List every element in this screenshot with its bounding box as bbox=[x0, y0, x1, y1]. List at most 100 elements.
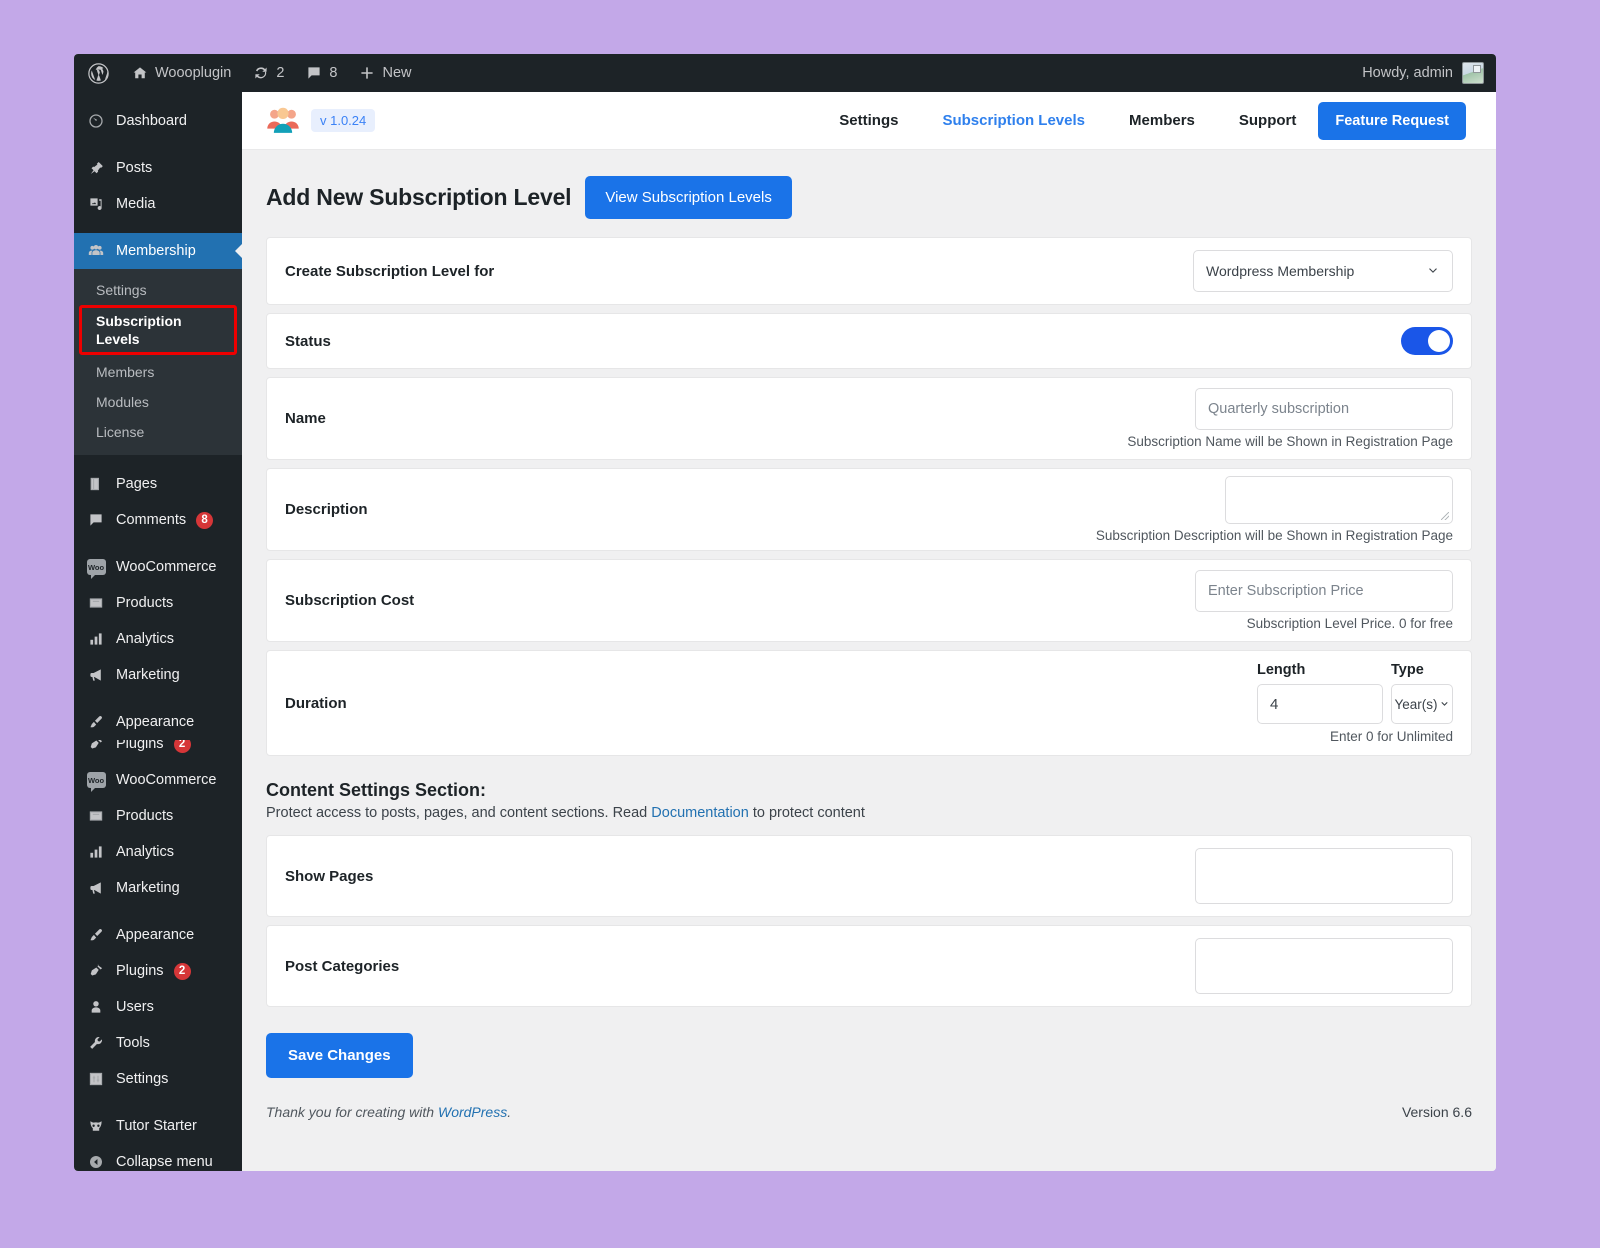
plugin-nav-members[interactable]: Members bbox=[1107, 112, 1217, 129]
sidebar-item-plugins-clipped[interactable]: Plugins 2 bbox=[74, 740, 242, 762]
duration-type-select[interactable]: Year(s) bbox=[1391, 684, 1453, 724]
pages-icon bbox=[86, 476, 106, 492]
sidebar-item-settings[interactable]: Settings bbox=[74, 1061, 242, 1097]
submenu-item-license[interactable]: License bbox=[74, 417, 242, 447]
sidebar-label: Products bbox=[116, 808, 174, 824]
plugin-logo-icon bbox=[267, 107, 299, 133]
sidebar-gap-2 bbox=[74, 222, 242, 233]
sidebar-item-posts[interactable]: Posts bbox=[74, 150, 242, 186]
home-icon bbox=[133, 67, 147, 79]
membership-type-value: Wordpress Membership bbox=[1206, 263, 1355, 279]
sidebar-gap-4 bbox=[74, 538, 242, 549]
wrench-icon bbox=[86, 1035, 106, 1051]
membership-type-select[interactable]: Wordpress Membership bbox=[1193, 250, 1453, 292]
account-menu[interactable]: Howdy, admin bbox=[1362, 62, 1496, 84]
update-icon bbox=[255, 67, 267, 79]
footer-thanks: Thank you for creating with WordPress. bbox=[266, 1104, 511, 1120]
plugin-nav-support[interactable]: Support bbox=[1217, 112, 1319, 129]
sidebar-item-pages[interactable]: Pages bbox=[74, 466, 242, 502]
documentation-link[interactable]: Documentation bbox=[651, 805, 749, 821]
sidebar-item-dashboard[interactable]: Dashboard bbox=[74, 103, 242, 139]
sidebar-item-tools[interactable]: Tools bbox=[74, 1025, 242, 1061]
sidebar-item-marketing[interactable]: Marketing bbox=[74, 657, 242, 693]
sidebar-label: WooCommerce bbox=[116, 772, 217, 788]
toggle-knob bbox=[1428, 330, 1450, 352]
sidebar-item-tutor-starter[interactable]: Tutor Starter bbox=[74, 1108, 242, 1144]
duration-type-value: Year(s) bbox=[1394, 696, 1438, 712]
cost-input[interactable]: Enter Subscription Price bbox=[1195, 570, 1453, 612]
woo-icon: Woo bbox=[86, 772, 106, 792]
sidebar-item-woocommerce[interactable]: Woo WooCommerce bbox=[74, 549, 242, 585]
duration-headers: Length Type bbox=[1257, 662, 1453, 678]
sidebar-label: Collapse menu bbox=[116, 1154, 213, 1170]
sidebar-item-media[interactable]: Media bbox=[74, 186, 242, 222]
view-subscription-levels-button[interactable]: View Subscription Levels bbox=[585, 176, 792, 219]
submenu-item-modules[interactable]: Modules bbox=[74, 387, 242, 417]
sidebar-item-plugins[interactable]: Plugins 2 bbox=[74, 953, 242, 989]
sidebar-item-analytics-2[interactable]: Analytics bbox=[74, 834, 242, 870]
sidebar-item-membership[interactable]: Membership bbox=[74, 233, 242, 269]
sidebar-item-collapse-menu[interactable]: Collapse menu bbox=[74, 1144, 242, 1171]
feature-request-button[interactable]: Feature Request bbox=[1318, 101, 1466, 140]
save-changes-button[interactable]: Save Changes bbox=[266, 1033, 413, 1078]
sidebar-item-woocommerce-2[interactable]: Woo WooCommerce bbox=[74, 762, 242, 798]
duration-length-input[interactable]: 4 bbox=[1257, 684, 1383, 724]
submenu-item-members[interactable]: Members bbox=[74, 357, 242, 387]
show-pages-label: Show Pages bbox=[285, 867, 374, 885]
brush-icon bbox=[86, 927, 106, 943]
plug-icon bbox=[86, 963, 106, 979]
comments-menu[interactable]: 8 bbox=[295, 54, 348, 92]
post-categories-select[interactable] bbox=[1195, 938, 1453, 994]
desc-before: Protect access to posts, pages, and cont… bbox=[266, 805, 652, 821]
thanks-before: Thank you for creating with bbox=[266, 1104, 438, 1120]
status-toggle[interactable] bbox=[1401, 327, 1453, 355]
wordpress-link[interactable]: WordPress bbox=[438, 1104, 507, 1120]
duration-hint: Enter 0 for Unlimited bbox=[1329, 729, 1453, 744]
description-textarea[interactable] bbox=[1225, 476, 1453, 524]
sidebar-item-products[interactable]: Products bbox=[74, 585, 242, 621]
new-label: New bbox=[382, 65, 412, 81]
analytics-icon bbox=[86, 844, 106, 860]
sidebar-item-products-2[interactable]: Products bbox=[74, 798, 242, 834]
new-content-menu[interactable]: New bbox=[348, 54, 422, 92]
row-status: Status bbox=[266, 313, 1472, 369]
products-icon bbox=[86, 808, 106, 824]
submenu-item-settings[interactable]: Settings bbox=[74, 275, 242, 305]
site-name-label: Woooplugin bbox=[155, 65, 232, 81]
updates-menu[interactable]: 2 bbox=[242, 54, 295, 92]
sidebar-item-users[interactable]: Users bbox=[74, 989, 242, 1025]
sidebar-label: Products bbox=[116, 595, 174, 611]
site-name-menu[interactable]: Woooplugin bbox=[121, 54, 242, 92]
plugin-nav-subscription-levels[interactable]: Subscription Levels bbox=[920, 112, 1107, 129]
sidebar-label: Users bbox=[116, 999, 154, 1015]
sidebar-item-marketing-2[interactable]: Marketing bbox=[74, 870, 242, 906]
sidebar-item-appearance[interactable]: Appearance bbox=[74, 704, 242, 740]
page-title: Add New Subscription Level bbox=[266, 184, 572, 210]
analytics-icon bbox=[86, 631, 106, 647]
sidebar-label: Pages bbox=[116, 476, 158, 492]
sidebar-label: Analytics bbox=[116, 844, 175, 860]
sidebar-item-appearance-2[interactable]: Appearance bbox=[74, 917, 242, 953]
post-categories-label: Post Categories bbox=[285, 957, 400, 975]
sidebar-gap-1 bbox=[74, 139, 242, 150]
name-input[interactable]: Quarterly subscription bbox=[1195, 388, 1453, 430]
plugin-nav-settings[interactable]: Settings bbox=[817, 112, 920, 129]
sidebar-gap-6 bbox=[74, 906, 242, 917]
submenu-item-subscription-levels[interactable]: Subscription Levels bbox=[79, 305, 237, 355]
owl-icon bbox=[86, 1118, 106, 1134]
sidebar-label: Appearance bbox=[116, 927, 195, 943]
show-pages-select[interactable] bbox=[1195, 848, 1453, 904]
name-control: Quarterly subscription Subscription Name… bbox=[1127, 388, 1453, 449]
sidebar-top-gap bbox=[74, 92, 242, 103]
wordpress-logo-button[interactable] bbox=[74, 54, 121, 92]
sidebar-item-comments[interactable]: Comments 8 bbox=[74, 502, 242, 538]
brush-icon bbox=[86, 714, 106, 730]
comment-bubble-icon bbox=[308, 67, 321, 79]
browser-page: Woooplugin 2 8 New Howdy, admin Dashboar… bbox=[74, 54, 1496, 1171]
sidebar-clipped-row: Plugins 2 bbox=[74, 740, 242, 762]
sidebar-item-analytics[interactable]: Analytics bbox=[74, 621, 242, 657]
sidebar-label: Membership bbox=[116, 243, 196, 259]
row-duration: Duration Length Type 4 Year(s) Enter 0 f… bbox=[266, 650, 1472, 756]
name-hint: Subscription Name will be Shown in Regis… bbox=[1127, 434, 1453, 449]
chevron-down-icon bbox=[1426, 263, 1440, 280]
